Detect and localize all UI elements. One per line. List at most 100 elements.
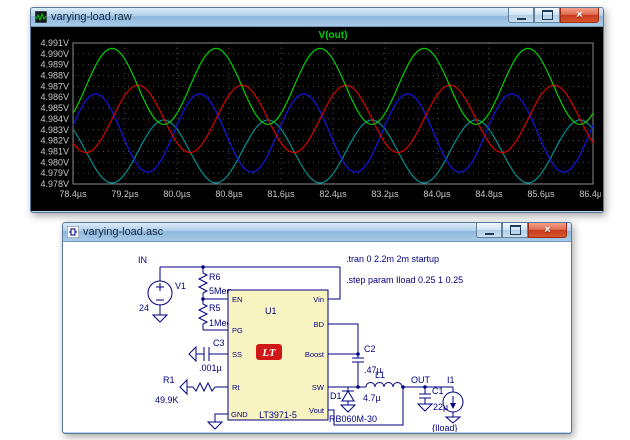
close-button[interactable]: ×	[528, 223, 567, 238]
pin-vin: Vin	[313, 295, 324, 304]
waveform-pane[interactable]: 4.991V4.990V4.989V4.988V4.987V4.986V4.98…	[31, 27, 603, 211]
d1-value: RB060M-30	[329, 414, 377, 424]
i1-value: {Iload}	[432, 423, 458, 432]
v1-value: 24	[139, 303, 149, 313]
component-u1-lt3971[interactable]: EN PG SS Rt GND Vin BD Boost SW Vout U1 …	[228, 290, 328, 420]
plot-window: varying-load.raw × 4.991V4.990V4.989V4.9…	[30, 7, 604, 213]
component-r5-resistor[interactable]: R5 1Meg	[199, 299, 232, 330]
x-axis-tick-label: 78.4µs	[59, 189, 87, 199]
minimize-button[interactable]	[508, 8, 534, 23]
component-v1-voltage-source[interactable]: V1 24	[139, 281, 186, 322]
y-axis-tick-label: 4.987V	[40, 81, 69, 91]
ground-icon	[180, 380, 187, 394]
ltspice-schematic-icon	[67, 226, 79, 238]
schematic-window: varying-load.asc ×	[62, 222, 572, 434]
pin-sw: SW	[312, 383, 325, 392]
minimize-icon	[485, 225, 494, 235]
x-axis-tick-label: 85.6µs	[527, 189, 555, 199]
c1-value: 22µ	[433, 402, 448, 412]
minimize-icon	[517, 10, 526, 20]
window-title: varying-load.asc	[83, 226, 476, 238]
x-axis-tick-label: 80.8µs	[215, 189, 243, 199]
x-axis-tick-label: 81.6µs	[267, 189, 295, 199]
y-axis-tick-label: 4.990V	[40, 49, 69, 59]
r6-ref: R6	[209, 272, 221, 282]
r5-ref: R5	[209, 303, 221, 313]
c2-ref: C2	[364, 344, 376, 354]
u1-value: LT3971-5	[259, 410, 297, 420]
window-title: varying-load.raw	[51, 11, 508, 23]
pin-pg: PG	[232, 326, 243, 335]
l1-ref: L1	[375, 370, 385, 380]
x-axis-tick-label: 79.2µs	[111, 189, 139, 199]
schematic-window-titlebar[interactable]: varying-load.asc ×	[63, 223, 571, 242]
y-axis-tick-label: 4.989V	[40, 60, 69, 70]
net-label-in[interactable]: IN	[138, 255, 147, 265]
window-controls: ×	[476, 223, 567, 238]
x-axis-tick-label: 80.0µs	[163, 189, 191, 199]
minimize-button[interactable]	[476, 223, 502, 238]
close-icon: ×	[576, 9, 582, 22]
component-r6-resistor[interactable]: R6 5Meg	[199, 267, 232, 299]
pin-ss: SS	[232, 350, 242, 359]
net-label-out[interactable]: OUT	[411, 375, 431, 385]
ground-icon	[418, 404, 432, 411]
maximize-icon	[510, 225, 521, 235]
close-button[interactable]: ×	[560, 8, 599, 23]
y-axis-tick-label: 4.986V	[40, 92, 69, 102]
x-axis-tick-label: 83.2µs	[371, 189, 399, 199]
y-axis-tick-label: 4.985V	[40, 103, 69, 113]
y-axis-tick-label: 4.988V	[40, 71, 69, 81]
ground-icon	[341, 405, 355, 412]
x-axis-tick-label: 84.8µs	[475, 189, 503, 199]
schematic-pane[interactable]: IN OUT .tran 0 2.2m 2m startup .step par…	[63, 242, 571, 432]
y-axis-tick-label: 4.978V	[40, 179, 69, 189]
directive-tran[interactable]: .tran 0 2.2m 2m startup	[346, 254, 439, 264]
r1-value: 49.9K	[155, 395, 179, 405]
i1-ref: I1	[447, 375, 455, 385]
x-axis-tick-label: 84.0µs	[423, 189, 451, 199]
y-axis-tick-label: 4.991V	[40, 38, 69, 48]
x-axis-tick-label: 86.4µs	[579, 189, 601, 199]
y-axis-tick-label: 4.981V	[40, 147, 69, 157]
c3-ref: C3	[213, 338, 225, 348]
arrow-down-icon	[450, 403, 456, 409]
v1-ref: V1	[175, 281, 186, 291]
c3-value: .001µ	[199, 363, 222, 373]
maximize-button[interactable]	[502, 223, 528, 238]
pin-en: EN	[232, 295, 242, 304]
lt-logo-text: LT	[261, 347, 277, 359]
y-axis-tick-label: 4.980V	[40, 157, 69, 167]
ground-icon	[189, 347, 196, 361]
component-c3-capacitor[interactable]: C3 .001µ	[189, 338, 225, 373]
ground-icon[interactable]	[208, 422, 222, 429]
y-axis-tick-label: 4.984V	[40, 114, 69, 124]
directive-step[interactable]: .step param Iload 0.25 1 0.25	[346, 275, 463, 285]
u1-ref: U1	[265, 306, 277, 316]
pin-bd: BD	[314, 320, 325, 329]
trace-label-vout[interactable]: V(out)	[319, 30, 348, 41]
window-controls: ×	[508, 8, 599, 23]
r1-ref: R1	[163, 375, 175, 385]
maximize-icon	[542, 10, 553, 20]
c1-ref: C1	[432, 386, 444, 396]
d1-ref: D1	[330, 391, 342, 401]
pin-rt: Rt	[232, 383, 240, 392]
schematic-canvas[interactable]: IN OUT .tran 0 2.2m 2m startup .step par…	[63, 242, 569, 432]
maximize-button[interactable]	[534, 8, 560, 23]
y-axis-tick-label: 4.982V	[40, 136, 69, 146]
pin-boost: Boost	[305, 350, 325, 359]
ltspice-waveform-icon	[35, 11, 47, 23]
component-c2-capacitor[interactable]: C2 .47µ	[352, 344, 382, 387]
close-icon: ×	[544, 224, 550, 237]
x-axis-tick-label: 82.4µs	[319, 189, 347, 199]
waveform-plot[interactable]: 4.991V4.990V4.989V4.988V4.987V4.986V4.98…	[31, 27, 601, 211]
l1-value: 4.7µ	[363, 393, 381, 403]
y-axis-tick-label: 4.983V	[40, 125, 69, 135]
pin-vout: Vout	[309, 406, 325, 415]
component-r1-resistor[interactable]: R1 49.9K	[155, 375, 215, 405]
ground-icon	[153, 315, 167, 322]
y-axis-tick-label: 4.979V	[40, 168, 69, 178]
pin-gnd: GND	[231, 410, 248, 419]
plot-window-titlebar[interactable]: varying-load.raw ×	[31, 8, 603, 27]
